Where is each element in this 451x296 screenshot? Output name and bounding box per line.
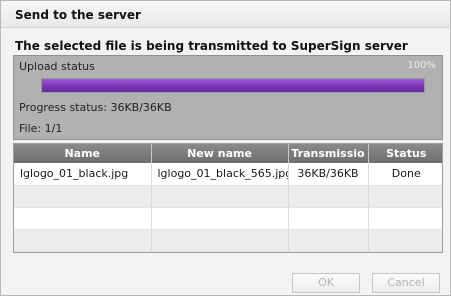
column-header-name[interactable]: Name [14, 144, 152, 163]
upload-status-panel: Upload status 100% Progress status: 36KB… [13, 55, 443, 140]
send-to-server-dialog: Send to the server The selected file is … [0, 0, 451, 296]
table-header-row: Name New name Transmissio Status [14, 144, 442, 163]
transfer-table: Name New name Transmissio Status lglogo_… [13, 143, 443, 253]
column-header-status[interactable]: Status [368, 144, 442, 163]
dialog-title: Send to the server [15, 8, 141, 22]
upload-status-label: Upload status [19, 60, 95, 73]
upload-progress-fill [42, 79, 424, 92]
table-row-empty [14, 185, 442, 208]
column-header-new-name[interactable]: New name [151, 144, 289, 163]
cell-name: lglogo_01_black.jpg [14, 163, 152, 186]
ok-button[interactable]: OK [292, 273, 360, 293]
cell-status: Done [368, 163, 442, 186]
progress-status-text: Progress status: 36KB/36KB [19, 101, 172, 114]
table-row-empty [14, 207, 442, 230]
dialog-titlebar: Send to the server [1, 1, 450, 28]
table-row[interactable]: lglogo_01_black.jpg lglogo_01_black_565.… [14, 163, 442, 186]
upload-percent: 100% [407, 60, 436, 71]
file-count-text: File: 1/1 [19, 122, 63, 135]
cell-transmission: 36KB/36KB [288, 163, 369, 186]
dialog-subtitle: The selected file is being transmitted t… [15, 39, 408, 53]
cell-new-name: lglogo_01_black_565.jpg [151, 163, 289, 186]
column-header-transmission[interactable]: Transmissio [288, 144, 369, 163]
table-row-empty [14, 229, 442, 252]
upload-progress-bar [41, 78, 425, 93]
cancel-button[interactable]: Cancel [372, 273, 440, 293]
